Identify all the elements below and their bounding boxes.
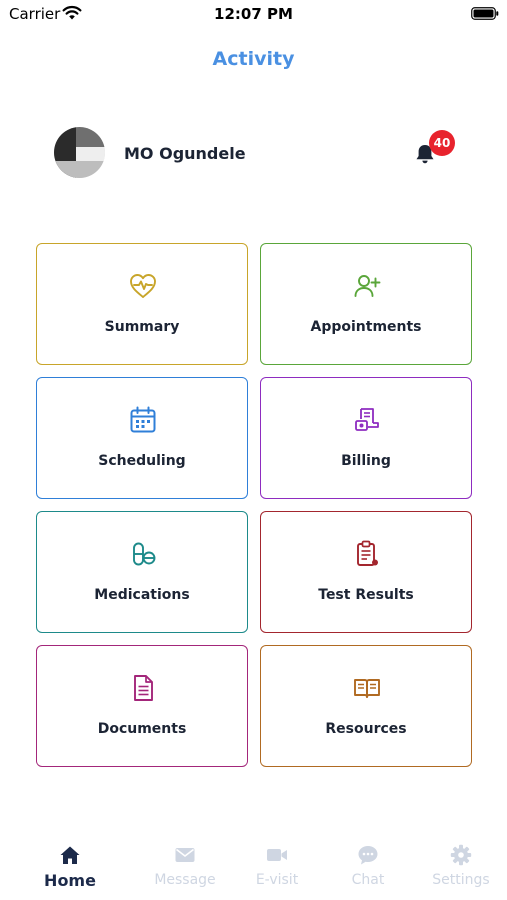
documents-tile-label: Documents [97, 721, 187, 737]
document-icon [134, 675, 153, 701]
gear-icon [450, 844, 472, 866]
tab-message[interactable]: Message [140, 830, 230, 894]
video-camera-icon [267, 849, 287, 861]
page-title: Activity [212, 48, 295, 70]
clipboard-results-icon [357, 540, 378, 566]
test-results-tile-label: Test Results [318, 587, 414, 603]
medications-tile-label: Medications [94, 587, 190, 603]
pills-icon [133, 542, 156, 566]
tab-chat[interactable]: Chat [323, 830, 413, 894]
status-bar: Carrier 12:07 PM [0, 0, 507, 28]
billing-tile[interactable]: Billing [260, 377, 472, 499]
receipt-money-icon [355, 408, 379, 431]
billing-tile-label: Billing [341, 453, 391, 469]
calendar-icon [130, 406, 156, 433]
user-name: MO Ogundele [124, 144, 246, 163]
summary-tile[interactable]: Summary [36, 243, 248, 365]
tab-home[interactable]: Home [25, 830, 115, 894]
resources-tile[interactable]: Resources [260, 645, 472, 767]
tab-settings[interactable]: Settings [416, 830, 506, 894]
tab-evisit[interactable]: E-visit [232, 830, 322, 894]
tab-evisit-label: E-visit [255, 872, 299, 888]
status-time: 12:07 PM [214, 5, 293, 23]
chat-bubble-icon [358, 846, 378, 865]
avatar[interactable] [54, 127, 105, 178]
scheduling-tile-label: Scheduling [98, 453, 186, 469]
tab-message-label: Message [154, 872, 216, 888]
tab-chat-label: Chat [351, 872, 385, 888]
appointments-tile-label: Appointments [310, 319, 422, 335]
appointments-tile[interactable]: Appointments [260, 243, 472, 365]
user-plus-icon [354, 275, 381, 297]
battery-icon [471, 7, 499, 20]
notification-badge: 40 [429, 130, 455, 156]
resources-tile-label: Resources [325, 721, 407, 737]
heart-pulse-icon [130, 274, 156, 298]
envelope-icon [175, 848, 195, 862]
documents-tile[interactable]: Documents [36, 645, 248, 767]
open-book-icon [354, 679, 380, 698]
home-icon [60, 846, 80, 864]
test-results-tile[interactable]: Test Results [260, 511, 472, 633]
profile-row: MO Ogundele 40 [54, 127, 474, 179]
summary-tile-label: Summary [104, 319, 180, 335]
tab-settings-label: Settings [432, 872, 490, 888]
tab-home-label: Home [44, 871, 96, 890]
scheduling-tile[interactable]: Scheduling [36, 377, 248, 499]
medications-tile[interactable]: Medications [36, 511, 248, 633]
tab-bar: Home Message E-visit Chat Settings [0, 830, 507, 900]
